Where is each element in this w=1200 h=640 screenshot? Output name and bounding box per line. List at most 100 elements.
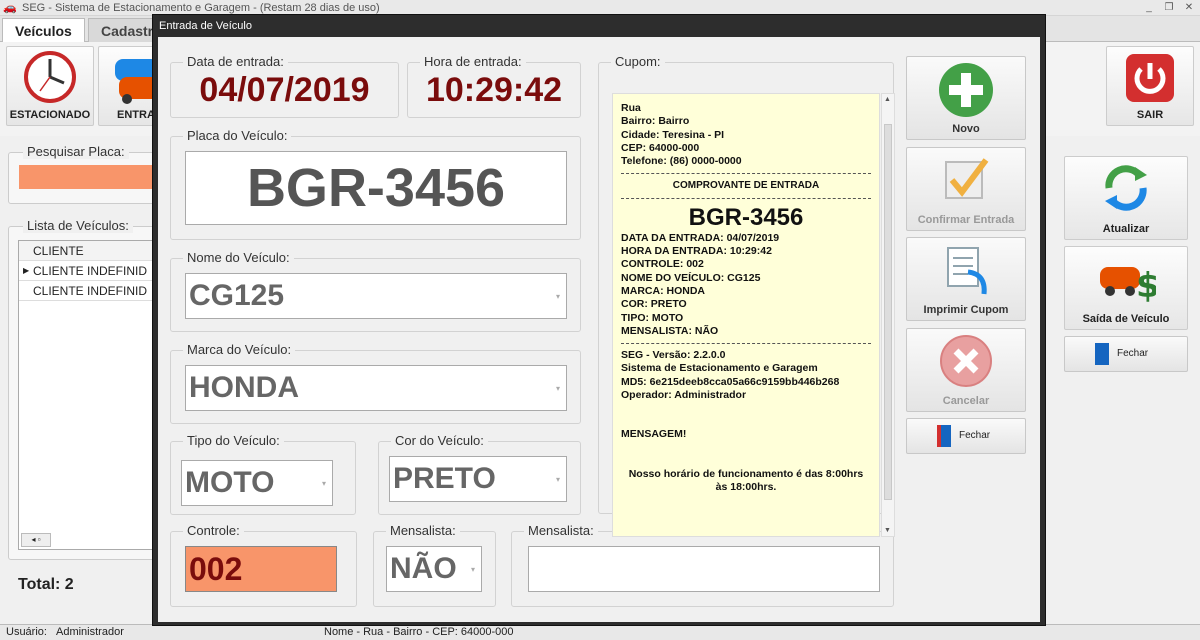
nome-combo[interactable]: CG125 ▾ — [185, 273, 567, 319]
saida-button[interactable]: $ Saída de Veículo — [1064, 246, 1188, 330]
chevron-down-icon[interactable]: ▾ — [556, 475, 560, 484]
marca-value: HONDA — [189, 371, 299, 404]
mensalista-info-field[interactable] — [528, 546, 880, 592]
refresh-icon — [1105, 165, 1147, 211]
search-input[interactable] — [19, 165, 159, 189]
exit-door-icon — [937, 425, 951, 447]
saida-label: Saída de Veículo — [1082, 313, 1170, 325]
hora-value: 10:29:42 — [425, 71, 563, 109]
marca-combo[interactable]: HONDA ▾ — [185, 365, 567, 411]
confirmar-entrada-button[interactable]: Confirmar Entrada — [906, 147, 1026, 231]
cupom-footer-line: SEG - Versão: 2.2.0.0 — [621, 349, 726, 362]
vehicle-list[interactable]: CLIENTE ▶ CLIENTE INDEFINID CLIENTE INDEF… — [18, 240, 158, 550]
cupom-detail: MARCA: HONDA — [621, 284, 705, 297]
close-icon[interactable]: ✕ — [1180, 1, 1198, 15]
cupom-comprovante: COMPROVANTE DE ENTRADA — [672, 180, 820, 192]
cupom-detail: CONTROLE: 002 — [621, 258, 704, 271]
svg-text:$: $ — [1136, 266, 1156, 305]
cor-combo[interactable]: PRETO ▾ — [389, 456, 567, 502]
atualizar-button[interactable]: Atualizar — [1064, 156, 1188, 240]
entrada-dialog: Entrada de Veículo Data de entrada: 04/0… — [152, 14, 1046, 626]
tipo-value: MOTO — [185, 466, 275, 499]
cor-value: PRETO — [393, 462, 496, 495]
data-group: Data de entrada: 04/07/2019 — [170, 54, 399, 118]
marca-label: Marca do Veículo: — [183, 342, 296, 357]
controle-value: 002 — [189, 550, 243, 587]
cupom-header-line: Rua — [621, 102, 641, 114]
cupom-header-line: Cidade: Teresina - PI — [621, 128, 725, 141]
search-label: Pesquisar Placa: — [23, 144, 129, 159]
horizontal-scrollbar[interactable]: ◂ ▫ — [21, 533, 51, 547]
cupom-detail: NOME DO VEÍCULO: CG125 — [621, 271, 761, 284]
chevron-down-icon[interactable]: ▾ — [556, 292, 560, 301]
entrada-label: ENTRA — [117, 109, 154, 121]
cupom-scrollbar[interactable]: ▲ ▼ — [881, 93, 895, 537]
estacionado-button[interactable]: ESTACIONADO — [6, 46, 94, 126]
fechar-button[interactable]: Fechar — [906, 418, 1026, 454]
cupom-label: Cupom: — [611, 54, 665, 69]
estacionado-label: ESTACIONADO — [9, 109, 91, 121]
imprimir-label: Imprimir Cupom — [923, 304, 1009, 316]
list-item[interactable]: ▶ CLIENTE INDEFINID — [19, 261, 157, 281]
tab-veiculos[interactable]: Veículos — [2, 18, 85, 42]
total-count: Total: 2 — [18, 576, 74, 593]
marca-group: Marca do Veículo: HONDA ▾ — [170, 342, 581, 424]
cor-group: Cor do Veículo: PRETO ▾ — [378, 433, 581, 515]
app-fechar-label: Fechar — [1117, 348, 1149, 359]
hora-group: Hora de entrada: 10:29:42 — [407, 54, 581, 118]
app-fechar-button[interactable]: Fechar — [1064, 336, 1188, 372]
divider — [621, 343, 871, 345]
placa-input[interactable]: BGR-3456 — [185, 151, 567, 225]
sair-button[interactable]: SAIR — [1106, 46, 1194, 126]
entrada-button[interactable]: ENTRA — [98, 46, 154, 126]
status-user: Administrador — [56, 626, 124, 638]
tipo-combo[interactable]: MOTO ▾ — [181, 460, 333, 506]
list-header[interactable]: CLIENTE — [19, 241, 157, 261]
scroll-thumb[interactable] — [884, 124, 892, 500]
novo-label: Novo — [952, 123, 980, 135]
fechar-label: Fechar — [959, 430, 991, 441]
cupom-header-line: CEP: 64000-000 — [621, 141, 700, 154]
print-document-icon — [947, 247, 987, 295]
minimize-icon[interactable]: _ — [1140, 1, 1158, 15]
controle-input[interactable]: 002 — [185, 546, 337, 592]
novo-button[interactable]: Novo — [906, 56, 1026, 140]
car-money-icon: $ — [1100, 266, 1160, 306]
plus-icon — [939, 63, 993, 117]
placa-label: Placa do Veículo: — [183, 128, 292, 143]
chevron-down-icon[interactable]: ▾ — [471, 565, 475, 574]
list-item[interactable]: CLIENTE INDEFINID — [19, 281, 157, 301]
scroll-up-icon[interactable]: ▲ — [884, 96, 891, 103]
cupom-detail: HORA DA ENTRADA: 10:29:42 — [621, 245, 772, 258]
chevron-down-icon[interactable]: ▾ — [556, 384, 560, 393]
cor-label: Cor do Veículo: — [391, 433, 488, 448]
app-title: SEG - Sistema de Estacionamento e Garage… — [22, 2, 380, 14]
clock-icon — [24, 51, 76, 103]
cupom-detail: TIPO: MOTO — [621, 311, 684, 324]
nome-value: CG125 — [189, 279, 285, 312]
controle-group: Controle: 002 — [170, 523, 357, 607]
atualizar-label: Atualizar — [1102, 223, 1150, 235]
restore-icon[interactable]: ❐ — [1160, 1, 1178, 15]
mensalista-info-group: Mensalista: — [511, 523, 894, 607]
cancel-x-icon — [940, 335, 992, 387]
cancelar-button[interactable]: Cancelar — [906, 328, 1026, 412]
tipo-label: Tipo do Veículo: — [183, 433, 284, 448]
divider — [621, 173, 871, 175]
mensalista-combo[interactable]: NÃO ▾ — [386, 546, 482, 592]
cupom-horario: Nosso horário de funcionamento é das 8:0… — [628, 467, 864, 493]
cupom-receipt[interactable]: Rua Bairro: Bairro Cidade: Teresina - PI… — [612, 93, 880, 537]
scroll-down-icon[interactable]: ▼ — [884, 527, 891, 534]
mensalista-value: NÃO — [390, 552, 457, 585]
cars-icon — [115, 59, 153, 104]
cancelar-label: Cancelar — [942, 395, 990, 407]
cupom-placa: BGR-3456 — [688, 203, 804, 231]
imprimir-cupom-button[interactable]: Imprimir Cupom — [906, 237, 1026, 321]
chevron-down-icon[interactable]: ▾ — [322, 479, 326, 488]
hora-label: Hora de entrada: — [420, 54, 526, 69]
list-label: Lista de Veículos: — [23, 218, 133, 233]
nome-group: Nome do Veículo: CG125 ▾ — [170, 250, 581, 332]
mensalista-group: Mensalista: NÃO ▾ — [373, 523, 496, 607]
cupom-header-line: Bairro: Bairro — [621, 115, 690, 128]
cupom-header-line: Telefone: (86) 0000-0000 — [621, 155, 742, 168]
